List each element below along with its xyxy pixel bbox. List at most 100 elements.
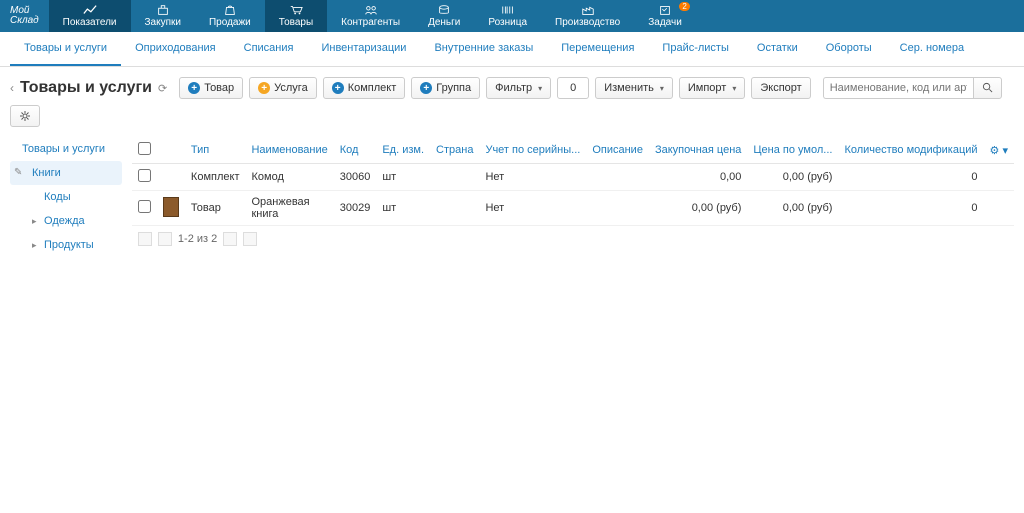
plus-icon: +	[188, 82, 200, 94]
search-button[interactable]	[973, 77, 1002, 99]
filter-button[interactable]: Фильтр▾	[486, 77, 551, 99]
nav-purchases[interactable]: Закупки	[131, 0, 195, 32]
toolbar: ‹ Товары и услуги ⟳ +Товар +Услуга +Комп…	[0, 67, 1024, 137]
selection-counter: 0	[557, 77, 589, 99]
col-type[interactable]: Тип	[185, 137, 246, 164]
tab-inventory[interactable]: Инвентаризации	[307, 32, 420, 66]
add-service-button[interactable]: +Услуга	[249, 77, 317, 99]
brand-logo[interactable]: Мой Склад	[0, 0, 49, 32]
cell-default-price: 0,00 (руб)	[747, 191, 838, 226]
cart-icon	[289, 4, 303, 16]
settings-button[interactable]	[10, 105, 40, 127]
modify-button[interactable]: Изменить▾	[595, 77, 673, 99]
col-default-price[interactable]: Цена по умол...	[747, 137, 838, 164]
col-settings[interactable]: ⚙ ▾	[984, 137, 1014, 164]
col-serial[interactable]: Учет по серийны...	[479, 137, 586, 164]
nav-tasks[interactable]: 2 Задачи	[634, 0, 696, 32]
add-product-button[interactable]: +Товар	[179, 77, 243, 99]
cell-buy-price: 0,00	[649, 164, 747, 191]
gear-icon	[19, 110, 31, 122]
bag-icon	[223, 4, 237, 16]
nav-retail[interactable]: Розница	[474, 0, 541, 32]
refresh-icon[interactable]: ⟳	[158, 82, 167, 95]
category-tree: Товары и услуги ✎Книги Коды Одежда Проду…	[0, 137, 132, 267]
plus-icon: +	[332, 82, 344, 94]
cell-default-price: 0,00 (руб)	[747, 164, 838, 191]
tab-serials[interactable]: Сер. номера	[886, 32, 978, 66]
cell-unit: шт	[376, 191, 430, 226]
import-button[interactable]: Импорт▾	[679, 77, 745, 99]
nav-sales[interactable]: Продажи	[195, 0, 265, 32]
chart-icon	[83, 4, 97, 16]
col-code[interactable]: Код	[334, 137, 377, 164]
tree-clothes[interactable]: Одежда	[10, 209, 122, 233]
tasks-badge: 2	[679, 2, 689, 11]
tab-internal-orders[interactable]: Внутренние заказы	[420, 32, 547, 66]
tab-turnover[interactable]: Обороты	[812, 32, 886, 66]
tree-codes[interactable]: Коды	[10, 185, 122, 209]
main-area: Товары и услуги ✎Книги Коды Одежда Проду…	[0, 137, 1024, 267]
nav-label: Товары	[279, 17, 313, 28]
factory-icon	[581, 4, 595, 16]
cell-desc	[586, 191, 649, 226]
nav-production[interactable]: Производство	[541, 0, 634, 32]
goods-table: Тип Наименование Код Ед. изм. Страна Уче…	[132, 137, 1014, 226]
top-nav: Мой Склад Показатели Закупки Продажи Тов…	[0, 0, 1024, 32]
nav-label: Закупки	[145, 17, 181, 28]
barcode-icon	[501, 4, 515, 16]
tab-stock[interactable]: Остатки	[743, 32, 812, 66]
tab-receipts[interactable]: Оприходования	[121, 32, 230, 66]
caret-down-icon: ▾	[660, 84, 664, 93]
select-all-checkbox[interactable]	[138, 142, 151, 155]
tab-pricelists[interactable]: Прайс-листы	[648, 32, 742, 66]
table-content: Тип Наименование Код Ед. изм. Страна Уче…	[132, 137, 1024, 267]
checklist-icon	[658, 4, 672, 16]
col-buy-price[interactable]: Закупочная цена	[649, 137, 747, 164]
plus-icon: +	[420, 82, 432, 94]
cell-country	[430, 191, 479, 226]
tree-root[interactable]: Товары и услуги	[10, 137, 122, 161]
cell-buy-price: 0,00 (руб)	[649, 191, 747, 226]
tab-goods-services[interactable]: Товары и услуги	[10, 32, 121, 66]
tree-products[interactable]: Продукты	[10, 233, 122, 257]
cell-type: Комплект	[185, 164, 246, 191]
pager-last[interactable]	[243, 232, 257, 246]
table-row[interactable]: Комплект Комод 30060 шт Нет 0,00 0,00 (р…	[132, 164, 1014, 191]
nav-label: Продажи	[209, 17, 251, 28]
col-desc[interactable]: Описание	[586, 137, 649, 164]
nav-label: Деньги	[428, 17, 460, 28]
table-row[interactable]: Товар Оранжевая книга 30029 шт Нет 0,00 …	[132, 191, 1014, 226]
col-unit[interactable]: Ед. изм.	[376, 137, 430, 164]
add-group-button[interactable]: +Группа	[411, 77, 480, 99]
col-mod-count[interactable]: Количество модификаций	[838, 137, 983, 164]
pager-prev[interactable]	[158, 232, 172, 246]
col-thumb	[157, 137, 185, 164]
tree-books[interactable]: ✎Книги	[10, 161, 122, 185]
chev-left-icon[interactable]: ‹	[10, 81, 14, 95]
nav-contractors[interactable]: Контрагенты	[327, 0, 414, 32]
nav-money[interactable]: Деньги	[414, 0, 474, 32]
search-input[interactable]	[823, 77, 973, 99]
pager-next[interactable]	[223, 232, 237, 246]
export-button[interactable]: Экспорт	[751, 77, 810, 99]
brand-line2: Склад	[10, 16, 39, 26]
pager-first[interactable]	[138, 232, 152, 246]
tab-writeoffs[interactable]: Списания	[230, 32, 308, 66]
cell-serial: Нет	[479, 191, 586, 226]
row-checkbox[interactable]	[138, 200, 151, 213]
nav-label: Задачи	[648, 17, 682, 28]
page-title: Товары и услуги	[20, 79, 152, 97]
nav-indicators[interactable]: Показатели	[49, 0, 131, 32]
row-thumb	[157, 191, 185, 226]
pager-text: 1-2 из 2	[178, 233, 217, 245]
col-name[interactable]: Наименование	[245, 137, 333, 164]
caret-down-icon: ▾	[538, 84, 542, 93]
col-checkbox	[132, 137, 157, 164]
add-kit-button[interactable]: +Комплект	[323, 77, 406, 99]
nav-goods[interactable]: Товары	[265, 0, 327, 32]
cell-name: Оранжевая книга	[245, 191, 333, 226]
cell-unit: шт	[376, 164, 430, 191]
col-country[interactable]: Страна	[430, 137, 479, 164]
row-checkbox[interactable]	[138, 169, 151, 182]
tab-transfers[interactable]: Перемещения	[547, 32, 648, 66]
